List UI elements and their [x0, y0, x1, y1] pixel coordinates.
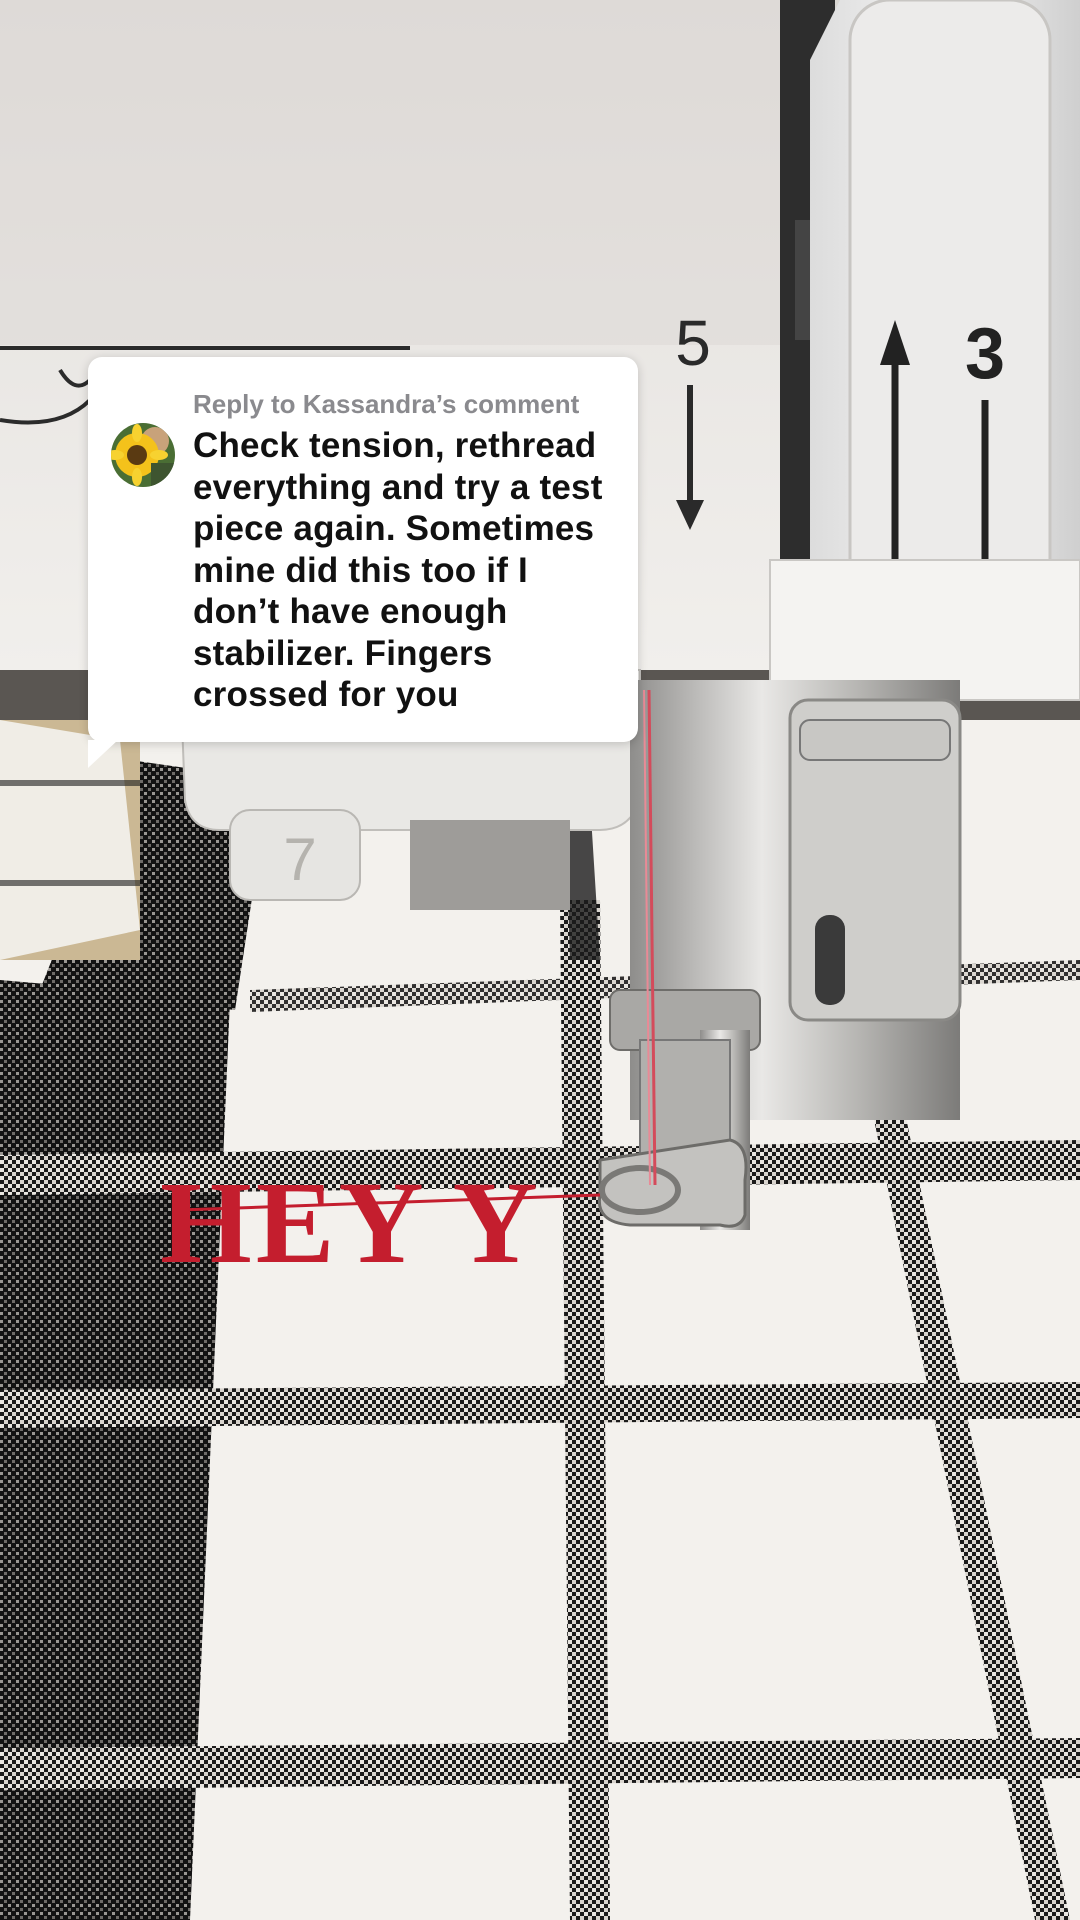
embroidery-text: HEY Y — [160, 1157, 542, 1288]
lever-number-3: 3 — [965, 314, 1005, 394]
comment-reply-card[interactable]: Reply to Kassandra’s comment Check tensi… — [88, 357, 638, 768]
dial-number-5: 5 — [675, 307, 711, 379]
bubble-tail — [88, 740, 118, 768]
reply-header: Reply to Kassandra’s comment — [193, 389, 580, 419]
video-frame: 5 3 7 HEY Y — [0, 0, 1080, 1920]
presser-dial-label: 7 — [283, 826, 316, 893]
reply-comment-text: Check tension, rethread everything and t… — [193, 426, 603, 714]
sewing-machine-photo: 5 3 7 HEY Y — [0, 0, 1080, 1920]
sunflower-avatar-icon[interactable] — [111, 423, 175, 487]
